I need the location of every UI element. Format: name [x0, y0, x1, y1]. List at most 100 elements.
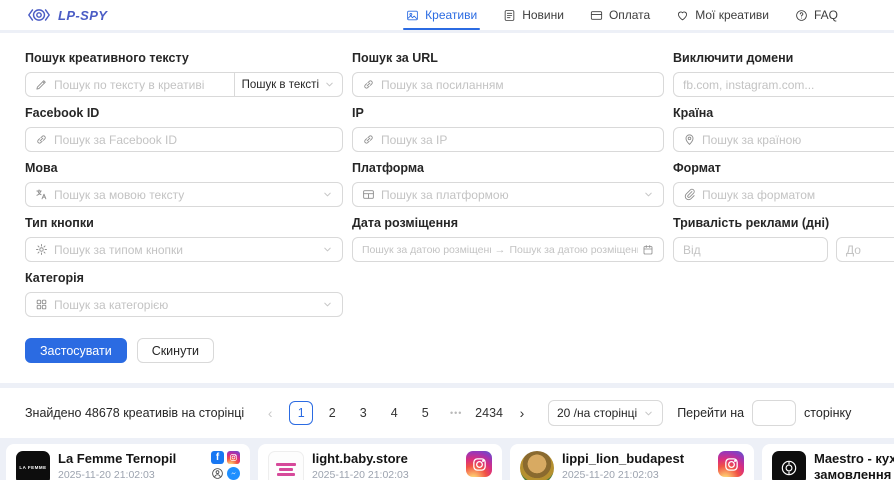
ip-input[interactable] [381, 133, 654, 147]
platform-icon [362, 188, 375, 201]
category-input[interactable] [54, 298, 316, 312]
filter-panel: Пошук креативного тексту Пошук в тексті … [0, 33, 894, 383]
results-row: LA FEMME La Femme Ternopil 2025-11-20 21… [0, 444, 894, 480]
field-label: Країна [673, 106, 894, 121]
instagram-icon[interactable] [227, 451, 240, 464]
messenger-icon[interactable] [227, 467, 240, 480]
nav-creatives[interactable]: Креативи [406, 0, 477, 30]
format-input-wrap [673, 182, 894, 207]
category-select[interactable] [25, 292, 343, 317]
nav-news[interactable]: Новини [503, 0, 564, 30]
card-icon [590, 9, 603, 22]
nav-label: FAQ [814, 8, 838, 22]
person-icon[interactable] [211, 467, 224, 480]
card-title-line2: замовлення в Ужго [814, 467, 894, 480]
logo-text: LP-SPY [58, 8, 107, 23]
url-input[interactable] [381, 78, 654, 92]
page-size-select[interactable]: 20 /на сторінці [548, 400, 663, 426]
chevron-down-icon [643, 408, 654, 419]
ip-input-wrap [352, 127, 664, 152]
nav-payment[interactable]: Оплата [590, 0, 650, 30]
language-input[interactable] [54, 188, 316, 202]
exclude-domains-input-wrap [673, 72, 894, 97]
placement-date-range[interactable]: → [352, 237, 664, 262]
paperclip-icon [683, 188, 696, 201]
duration-from-input[interactable] [683, 243, 818, 257]
page-button-1[interactable]: 1 [289, 401, 313, 425]
question-icon [795, 9, 808, 22]
nav-my-creatives[interactable]: Мої креативи [676, 0, 769, 30]
button-type-input[interactable] [54, 243, 316, 257]
card-date: 2025-11-20 21:02:03 [312, 469, 458, 480]
field-label: Дата розміщення [352, 216, 664, 231]
field-label: Формат [673, 161, 894, 176]
platform-input[interactable] [381, 188, 637, 202]
card-date: 2025-11-20 21:02:03 [562, 469, 710, 480]
creative-text-input[interactable] [54, 78, 225, 92]
format-input[interactable] [702, 188, 894, 202]
calendar-icon [642, 244, 654, 256]
page-button-2[interactable]: 2 [320, 401, 344, 425]
duration-to-wrap [836, 237, 894, 262]
exclude-domains-input[interactable] [683, 78, 894, 92]
reset-button[interactable]: Скинути [137, 338, 214, 363]
field-label: Виключити домени [673, 51, 894, 66]
goto-suffix: сторінку [804, 406, 851, 420]
next-page-button[interactable]: › [510, 401, 534, 425]
pager-ellipsis[interactable]: ••• [444, 401, 468, 425]
field-format: Формат [673, 161, 894, 207]
mode-select-value: Пошук в тексті [242, 79, 319, 91]
card-title: Maestro - кухні, мезамовлення в Ужго [814, 451, 894, 480]
date-from-input[interactable] [362, 244, 491, 256]
link-icon [362, 78, 375, 91]
gear-icon [35, 243, 48, 256]
field-label: IP [352, 106, 664, 121]
page-button-4[interactable]: 4 [382, 401, 406, 425]
field-category: Категорія [25, 271, 343, 317]
text-search-mode-select[interactable]: Пошук в тексті [234, 72, 343, 97]
field-exclude-domains: Виключити домени [673, 51, 894, 97]
chevron-down-icon [322, 244, 333, 255]
field-ip: IP [352, 106, 664, 152]
avatar-text: LA FEMME [19, 464, 46, 471]
button-type-select[interactable] [25, 237, 343, 262]
instagram-icon[interactable] [466, 451, 492, 477]
nav-label: Креативи [425, 8, 477, 22]
creative-text-input-wrap [25, 72, 235, 97]
page-button-3[interactable]: 3 [351, 401, 375, 425]
nav-faq[interactable]: FAQ [795, 0, 838, 30]
instagram-icon[interactable] [718, 451, 744, 477]
field-ad-duration: Тривалість реклами (дні) [673, 216, 894, 262]
goto-page-input[interactable] [752, 400, 796, 426]
card-date: 2025-11-20 21:02:03 [58, 469, 203, 480]
creative-card: lippi_lion_budapest 2025-11-20 21:02:03 … [510, 444, 754, 480]
country-input[interactable] [702, 133, 894, 147]
field-country: Країна [673, 106, 894, 152]
apply-button[interactable]: Застосувати [25, 338, 127, 363]
page-button-5[interactable]: 5 [413, 401, 437, 425]
facebook-icon[interactable] [211, 451, 224, 464]
logo[interactable]: LP-SPY [26, 7, 107, 23]
date-to-input[interactable] [510, 244, 639, 256]
category-icon [35, 298, 48, 311]
avatar [772, 451, 806, 480]
facebook-id-input[interactable] [54, 133, 333, 147]
platform-select[interactable] [352, 182, 664, 207]
field-language: Мова [25, 161, 343, 207]
prev-page-button[interactable]: ‹ [258, 401, 282, 425]
page-button-last[interactable]: 2434 [475, 401, 503, 425]
language-select[interactable] [25, 182, 343, 207]
goto-prefix: Перейти на [677, 406, 744, 420]
pin-icon [683, 133, 696, 146]
card-title-line1: Maestro - кухні, ме [814, 451, 894, 467]
pagination-bar: Знайдено 48678 креативів на сторінці ‹ 1… [0, 388, 894, 438]
creative-card: Maestro - кухні, мезамовлення в Ужго 202… [762, 444, 894, 480]
duration-to-input[interactable] [846, 243, 894, 257]
card-title: lippi_lion_budapest [562, 451, 710, 467]
chevron-down-icon [324, 79, 335, 90]
main-nav: Креативи Новини Оплата Мої креативи FAQ [406, 0, 838, 30]
social-icons [211, 451, 240, 480]
card-title: light.baby.store [312, 451, 458, 467]
header: LP-SPY Креативи Новини Оплата Мої креати… [0, 0, 894, 30]
chevron-down-icon [643, 189, 654, 200]
